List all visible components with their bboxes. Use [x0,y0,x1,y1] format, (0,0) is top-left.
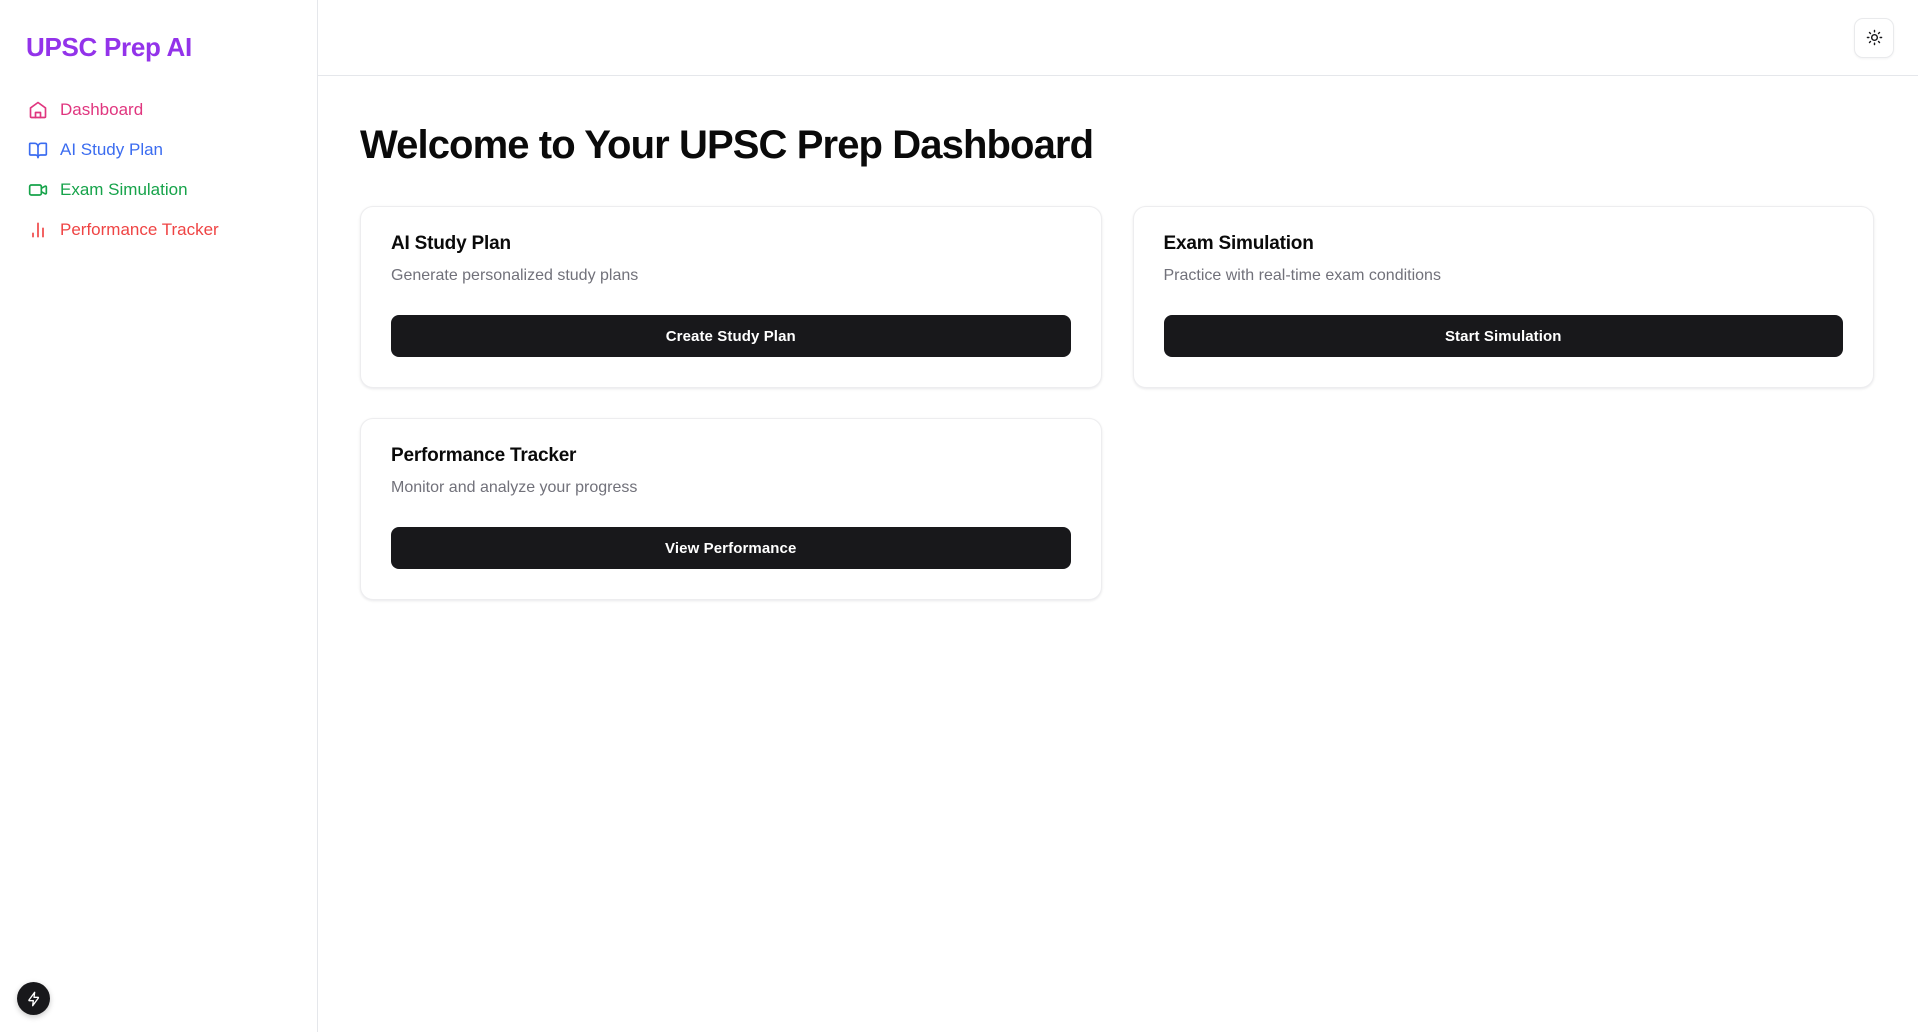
sidebar: UPSC Prep AI Dashboard AI Study Plan Exa… [0,0,318,1032]
card-ai-study-plan: AI Study Plan Generate personalized stud… [360,206,1102,388]
card-exam-simulation: Exam Simulation Practice with real-time … [1132,206,1874,388]
app-brand-title: UPSC Prep AI [26,32,192,62]
create-study-plan-button[interactable]: Create Study Plan [391,315,1071,357]
card-title: Performance Tracker [391,445,577,466]
theme-toggle-button[interactable] [1854,17,1894,58]
start-simulation-button[interactable]: Start Simulation [1163,315,1843,357]
card-title: Exam Simulation [1163,233,1314,254]
bar-chart-icon [28,220,48,240]
view-performance-button[interactable]: View Performance [391,527,1071,569]
main-area: Welcome to Your UPSC Prep Dashboard AI S… [318,0,1918,1032]
dashboard-content: Welcome to Your UPSC Prep Dashboard AI S… [318,76,1918,1032]
sidebar-item-label: AI Study Plan [60,140,164,160]
feature-card-grid: AI Study Plan Generate personalized stud… [360,206,1874,600]
sidebar-item-label: Exam Simulation [60,180,188,200]
home-icon [28,100,48,120]
sidebar-item-performance-tracker[interactable]: Performance Tracker [0,210,317,250]
sun-icon [1866,29,1883,46]
sidebar-item-ai-study-plan[interactable]: AI Study Plan [0,130,317,170]
sidebar-nav: Dashboard AI Study Plan Exam Simulation … [0,90,317,250]
sidebar-item-label: Dashboard [60,100,144,120]
book-open-icon [28,140,48,160]
card-title: AI Study Plan [391,233,511,254]
quick-action-fab[interactable] [17,982,50,1015]
card-description: Generate personalized study plans [391,267,639,284]
page-title: Welcome to Your UPSC Prep Dashboard [360,123,1094,167]
sidebar-item-exam-simulation[interactable]: Exam Simulation [0,170,317,210]
video-icon [28,180,48,200]
card-performance-tracker: Performance Tracker Monitor and analyze … [360,418,1102,600]
app-root: UPSC Prep AI Dashboard AI Study Plan Exa… [0,0,1918,1032]
lightning-bolt-icon [26,991,42,1007]
top-header-bar [318,0,1918,76]
card-description: Practice with real-time exam conditions [1163,267,1441,284]
sidebar-item-label: Performance Tracker [60,220,219,240]
card-description: Monitor and analyze your progress [391,479,638,496]
sidebar-item-dashboard[interactable]: Dashboard [0,90,317,130]
